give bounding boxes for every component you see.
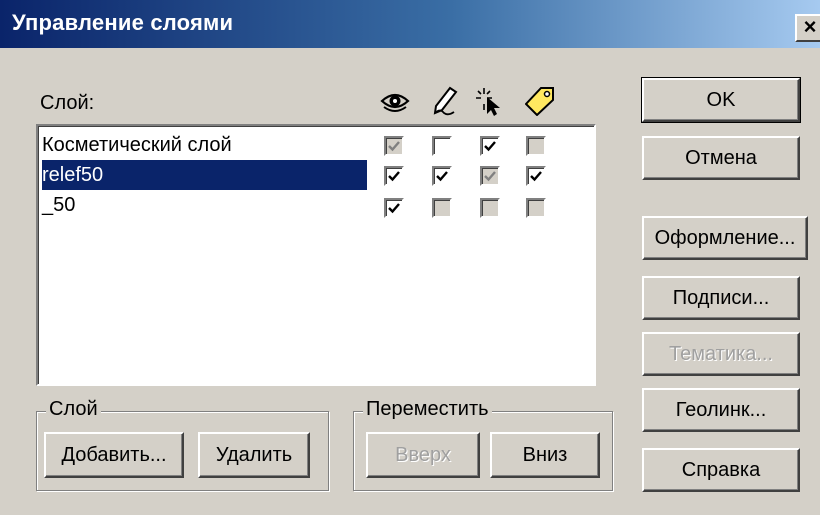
move-down-label: Вниз (522, 443, 568, 466)
checkmark-icon (436, 171, 448, 182)
design-button[interactable]: Оформление... (642, 216, 808, 260)
layer-name: Косметический слой (42, 134, 232, 156)
layer-0-cursor-checkbox[interactable] (480, 136, 500, 156)
layer-name: _50 (42, 194, 76, 216)
layer-0-pencil-checkbox[interactable] (432, 136, 452, 156)
layer-0-eye-checkbox (384, 136, 404, 156)
checkmark-icon (530, 171, 542, 182)
layer-row-0[interactable]: Косметический слой (42, 130, 232, 160)
move-up-button[interactable]: Вверх (366, 432, 480, 478)
ok-button[interactable]: OK (641, 77, 801, 123)
cancel-label: Отмена (685, 146, 757, 169)
add-layer-button[interactable]: Добавить... (44, 432, 184, 478)
help-button[interactable]: Справка (642, 448, 800, 492)
layer-list[interactable]: Косметический слой relef50 _50 (36, 124, 596, 386)
design-label: Оформление... (654, 226, 796, 249)
layer-2-eye-checkbox[interactable] (384, 198, 404, 218)
captions-button[interactable]: Подписи... (642, 276, 800, 320)
ok-label: OK (706, 88, 736, 111)
pencil-icon (433, 86, 458, 116)
cancel-button[interactable]: Отмена (642, 136, 800, 180)
captions-label: Подписи... (672, 286, 770, 309)
checkmark-icon (484, 141, 496, 152)
layer-2-cursor-checkbox (480, 198, 500, 218)
close-icon: × (803, 14, 817, 39)
thematic-button[interactable]: Тематика... (642, 332, 800, 376)
close-button[interactable]: × (795, 14, 820, 42)
help-label: Справка (681, 458, 761, 481)
layer-0-tag-checkbox (526, 136, 546, 156)
move-group-legend: Переместить (363, 398, 492, 421)
window-title: Управление слоями (12, 10, 234, 35)
geolink-button[interactable]: Геолинк... (642, 388, 800, 432)
delete-layer-label: Удалить (215, 443, 293, 466)
checkmark-icon (388, 203, 400, 214)
layer-2-pencil-checkbox (432, 198, 452, 218)
checkmark-icon (388, 141, 400, 152)
layer-name: relef50 (42, 160, 367, 190)
geolink-label: Геолинк... (675, 398, 767, 421)
layer-row-1[interactable]: relef50 (42, 160, 367, 190)
layer-row-2[interactable]: _50 (42, 190, 75, 220)
cursor-icon (476, 88, 500, 116)
move-up-label: Вверх (395, 443, 451, 466)
layer-1-pencil-checkbox[interactable] (432, 166, 452, 186)
tag-icon (525, 87, 554, 116)
delete-layer-button[interactable]: Удалить (198, 432, 310, 478)
eye-icon (380, 93, 410, 112)
thematic-label: Тематика... (669, 342, 773, 365)
layer-1-cursor-checkbox (480, 166, 500, 186)
checkmark-icon (388, 171, 400, 182)
move-down-button[interactable]: Вниз (490, 432, 600, 478)
checkmark-icon (484, 171, 496, 182)
layer-2-tag-checkbox (526, 198, 546, 218)
add-layer-label: Добавить... (61, 443, 167, 466)
layer-group-legend: Слой (46, 398, 101, 421)
layer-list-header: Слой: (40, 92, 95, 114)
layer-1-tag-checkbox[interactable] (526, 166, 546, 186)
layer-1-eye-checkbox[interactable] (384, 166, 404, 186)
